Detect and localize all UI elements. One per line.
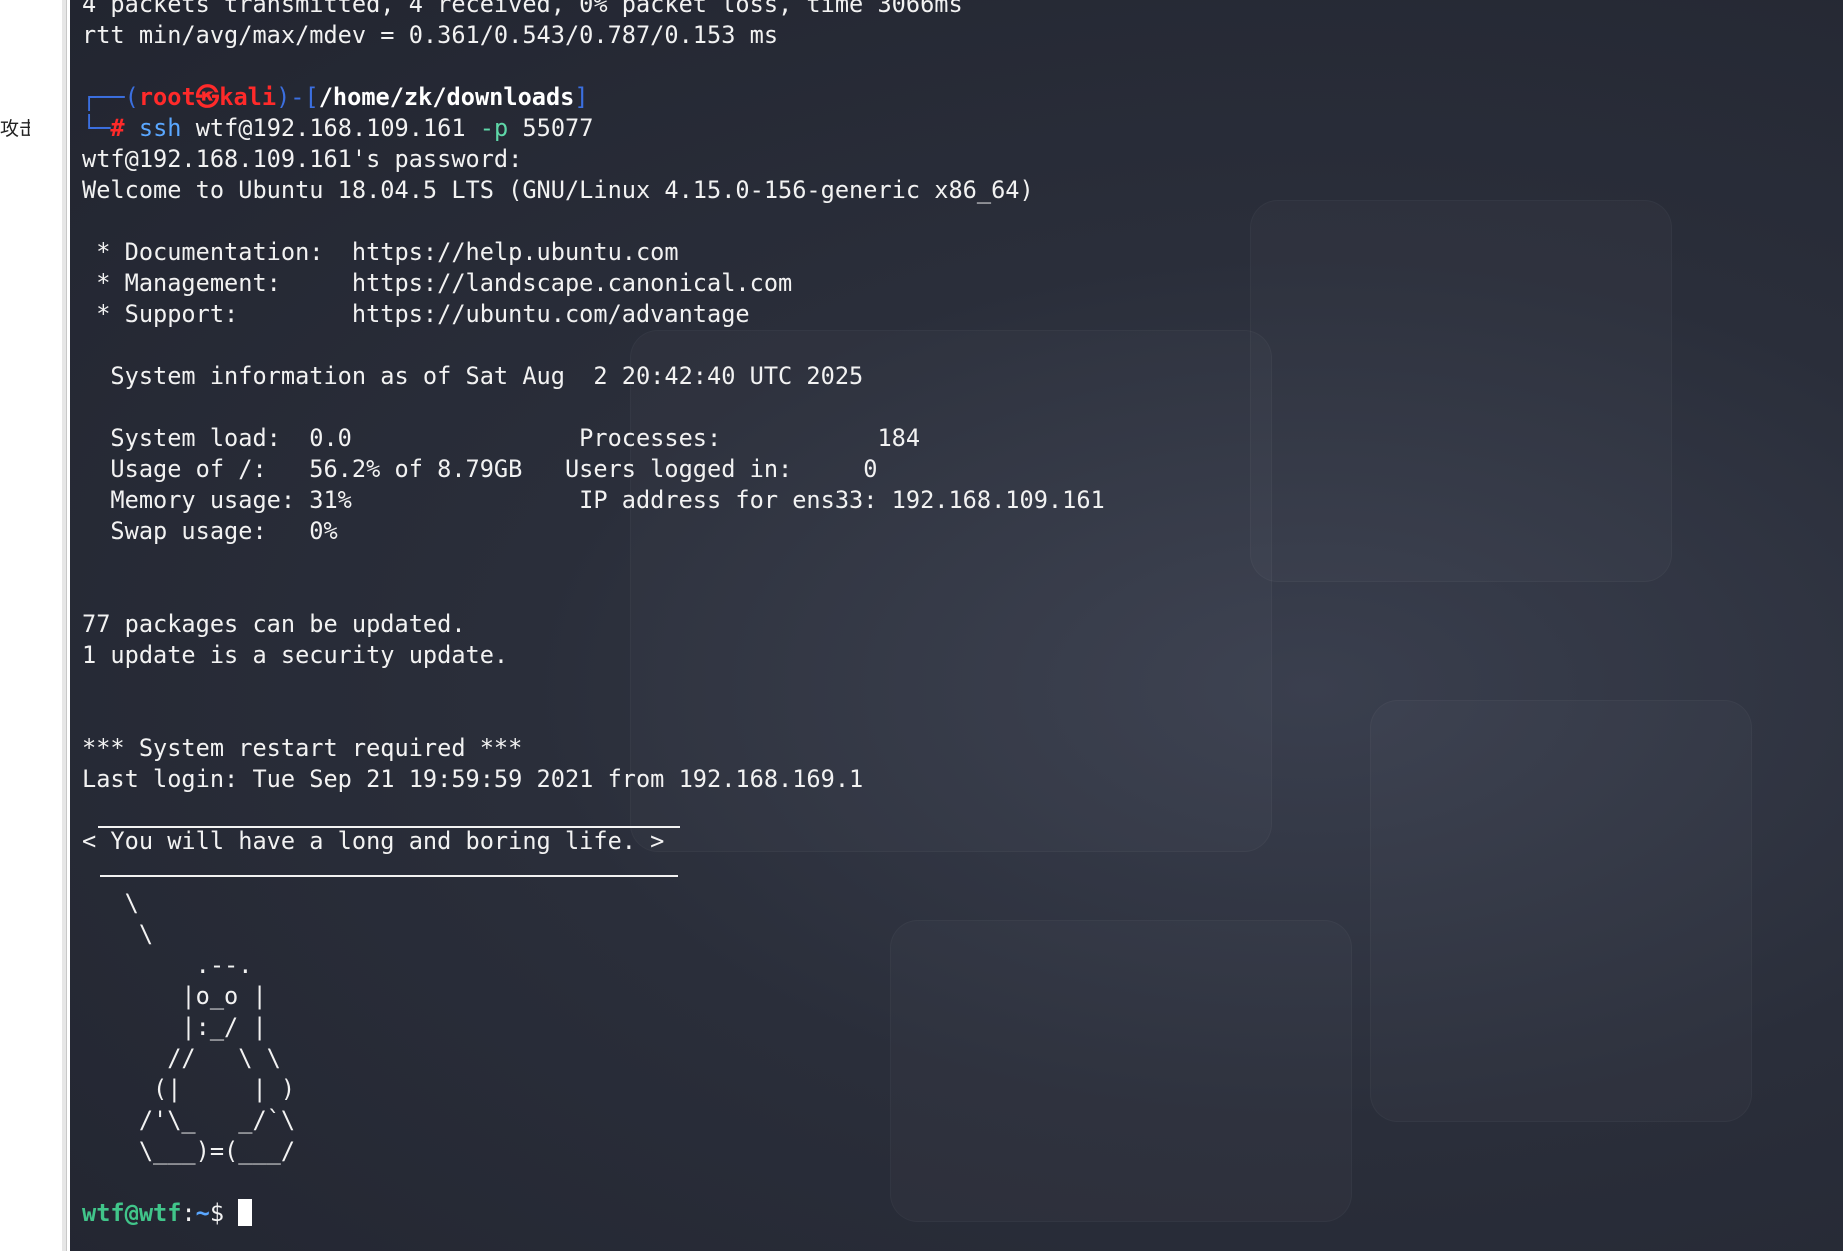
packages-line: 77 packages can be updated.	[82, 610, 466, 638]
management-line: * Management: https://landscape.canonica…	[82, 269, 793, 297]
fortune-bottom-border	[100, 875, 678, 877]
port-flag: -p	[479, 114, 509, 142]
ping-summary-line: 4 packets transmitted, 4 received, 0% pa…	[82, 0, 963, 18]
tux-art-line: \___)=(___/	[82, 1137, 296, 1165]
terminal-output: 4 packets transmitted, 4 received, 0% pa…	[82, 0, 1105, 1229]
remote-prompt-dir: ~	[195, 1199, 210, 1227]
remote-prompt-line[interactable]: wtf@wtf:~$	[82, 1198, 1105, 1229]
kali-prompt-line: ┌──(root㉿kali)-[/home/zk/downloads]	[82, 82, 1105, 113]
left-window-edge: 攻击	[0, 0, 67, 1251]
stats-line-memory: Memory usage: 31% IP address for ens33: …	[82, 486, 1105, 514]
port-number: 55077	[508, 114, 594, 142]
fortune-line: < You will have a long and boring life. …	[82, 827, 665, 855]
prompt-user: root	[138, 83, 196, 111]
wallpaper-shape	[1370, 700, 1752, 1122]
prompt-bracket-close: ]	[574, 83, 589, 111]
prompt-host: kali	[219, 83, 277, 111]
tux-art-line: \	[82, 920, 154, 948]
support-line: * Support: https://ubuntu.com/advantage	[82, 300, 750, 328]
documentation-line: * Documentation: https://help.ubuntu.com	[82, 238, 679, 266]
prompt-path: /home/zk/downloads	[318, 83, 575, 111]
wallpaper-shape	[1250, 200, 1672, 582]
restart-required-line: *** System restart required ***	[82, 734, 523, 762]
password-prompt-line: wtf@192.168.109.161's password:	[82, 145, 523, 173]
ssh-command: ssh	[138, 114, 182, 142]
tux-art-line: (| | )	[82, 1075, 296, 1103]
rtt-line: rtt min/avg/max/mdev = 0.361/0.543/0.787…	[82, 21, 779, 49]
prompt-separator: )-[	[276, 83, 319, 111]
text-cursor[interactable]	[238, 1199, 253, 1226]
remote-prompt-userhost: wtf@wtf	[82, 1199, 182, 1227]
tux-art-line: \	[82, 889, 139, 917]
tux-art-line: |:_/ |	[82, 1013, 267, 1041]
system-info-header: System information as of Sat Aug 2 20:42…	[82, 362, 864, 390]
security-update-line: 1 update is a security update.	[82, 641, 509, 669]
remote-prompt-dollar: $	[209, 1199, 239, 1227]
tux-art-line: .--.	[82, 951, 253, 979]
stats-line-swap: Swap usage: 0%	[82, 517, 338, 545]
window-divider[interactable]	[62, 0, 66, 1251]
remote-prompt-colon: :	[181, 1199, 196, 1227]
last-login-line: Last login: Tue Sep 21 19:59:59 2021 fro…	[82, 765, 864, 793]
terminal-window[interactable]: 4 packets transmitted, 4 received, 0% pa…	[70, 0, 1843, 1251]
skull-icon: ㉿	[195, 83, 220, 111]
welcome-line: Welcome to Ubuntu 18.04.5 LTS (GNU/Linux…	[82, 176, 1034, 204]
prompt-bracket: ┌──(	[82, 83, 139, 111]
ssh-target: wtf@192.168.109.161	[181, 114, 480, 142]
sidebar-text: 攻击	[0, 118, 30, 140]
tux-art-line: /'\_ _/`\	[82, 1106, 296, 1134]
ssh-command-line: └─# ssh wtf@192.168.109.161 -p 55077	[82, 113, 1105, 144]
prompt-corner: └─	[82, 114, 111, 142]
prompt-hash: #	[110, 114, 125, 142]
fortune-top-border	[98, 826, 680, 828]
stats-line-load: System load: 0.0 Processes: 184	[82, 424, 921, 452]
tux-art-line: // \ \	[82, 1044, 281, 1072]
tux-art-line: |o_o |	[82, 982, 267, 1010]
stats-line-usage: Usage of /: 56.2% of 8.79GB Users logged…	[82, 455, 878, 483]
